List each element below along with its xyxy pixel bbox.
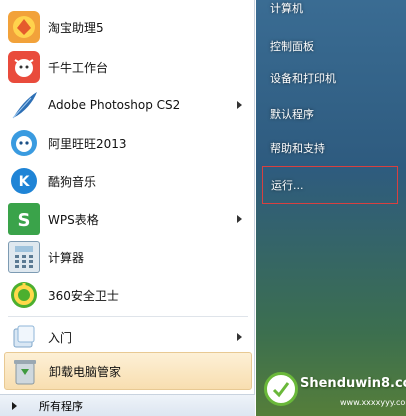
taobao-icon <box>8 11 40 43</box>
program-item-uninstall-manager[interactable]: 卸载电脑管家 <box>4 352 252 390</box>
submenu-arrow-icon <box>237 333 242 341</box>
watermark-subtext: www.xxxxyyy.com <box>340 398 406 407</box>
program-label: 淘宝助理5 <box>48 20 104 35</box>
watermark-text: Shenduwin8.com <box>300 376 406 391</box>
program-item-wangwang[interactable]: 阿里旺旺2013 <box>4 124 252 162</box>
place-default-programs[interactable]: 默认程序 <box>262 100 398 128</box>
program-item-calculator[interactable]: 计算器 <box>4 238 252 276</box>
place-label: 设备和打印机 <box>270 72 336 85</box>
submenu-arrow-icon <box>237 215 242 223</box>
place-label: 运行... <box>271 179 304 192</box>
program-label: 阿里旺旺2013 <box>48 136 127 151</box>
program-label: 酷狗音乐 <box>48 174 97 189</box>
place-label: 计算机 <box>270 2 303 15</box>
all-programs-button[interactable]: 所有程序 <box>0 394 255 416</box>
program-label: Adobe Photoshop CS2 <box>48 98 181 112</box>
360-icon <box>8 279 40 311</box>
all-programs-label: 所有程序 <box>39 399 83 413</box>
program-label: 千牛工作台 <box>48 60 109 75</box>
place-devices-printers[interactable]: 设备和打印机 <box>262 64 398 92</box>
program-label: 入门 <box>48 330 73 345</box>
qianniu-icon <box>8 51 40 83</box>
program-item-taobao[interactable]: 淘宝助理5 <box>4 8 252 46</box>
wps-icon: S <box>8 203 40 235</box>
wangwang-icon <box>8 127 40 159</box>
svg-text:K: K <box>19 174 31 190</box>
program-item-qianniu[interactable]: 千牛工作台 <box>4 48 252 86</box>
program-item-kugou[interactable]: K 酷狗音乐 <box>4 162 252 200</box>
program-label: 计算器 <box>48 250 85 265</box>
program-label: WPS表格 <box>48 212 99 227</box>
watermark-logo-icon <box>264 372 298 406</box>
submenu-arrow-icon <box>237 101 242 109</box>
program-item-wps[interactable]: S WPS表格 <box>4 200 252 238</box>
program-label: 360安全卫士 <box>48 288 119 303</box>
svg-text:S: S <box>18 210 31 231</box>
photoshop-feather-icon <box>8 89 40 121</box>
places-pane: 计算机 控制面板 设备和打印机 默认程序 帮助和支持 运行... <box>256 0 406 416</box>
menu-separator <box>8 316 248 317</box>
place-label: 帮助和支持 <box>270 142 325 155</box>
program-item-photoshop[interactable]: Adobe Photoshop CS2 <box>4 86 252 124</box>
program-label: 卸载电脑管家 <box>49 364 122 379</box>
kugou-icon: K <box>8 165 40 197</box>
place-control-panel[interactable]: 控制面板 <box>262 32 398 60</box>
program-item-getting-started[interactable]: 入门 <box>4 318 252 356</box>
programs-pane: 淘宝助理5 千牛工作台 Adobe Photoshop CS2 阿里旺旺2013… <box>0 0 255 416</box>
place-computer[interactable]: 计算机 <box>262 0 398 22</box>
expand-arrow-icon <box>12 401 17 410</box>
recycle-bin-icon <box>9 355 41 387</box>
calculator-icon <box>8 241 40 273</box>
place-label: 默认程序 <box>270 108 314 121</box>
place-help-support[interactable]: 帮助和支持 <box>262 134 398 162</box>
place-run[interactable]: 运行... <box>262 166 398 204</box>
place-label: 控制面板 <box>270 40 314 53</box>
program-item-360[interactable]: 360安全卫士 <box>4 276 252 314</box>
getting-started-icon <box>8 321 40 353</box>
